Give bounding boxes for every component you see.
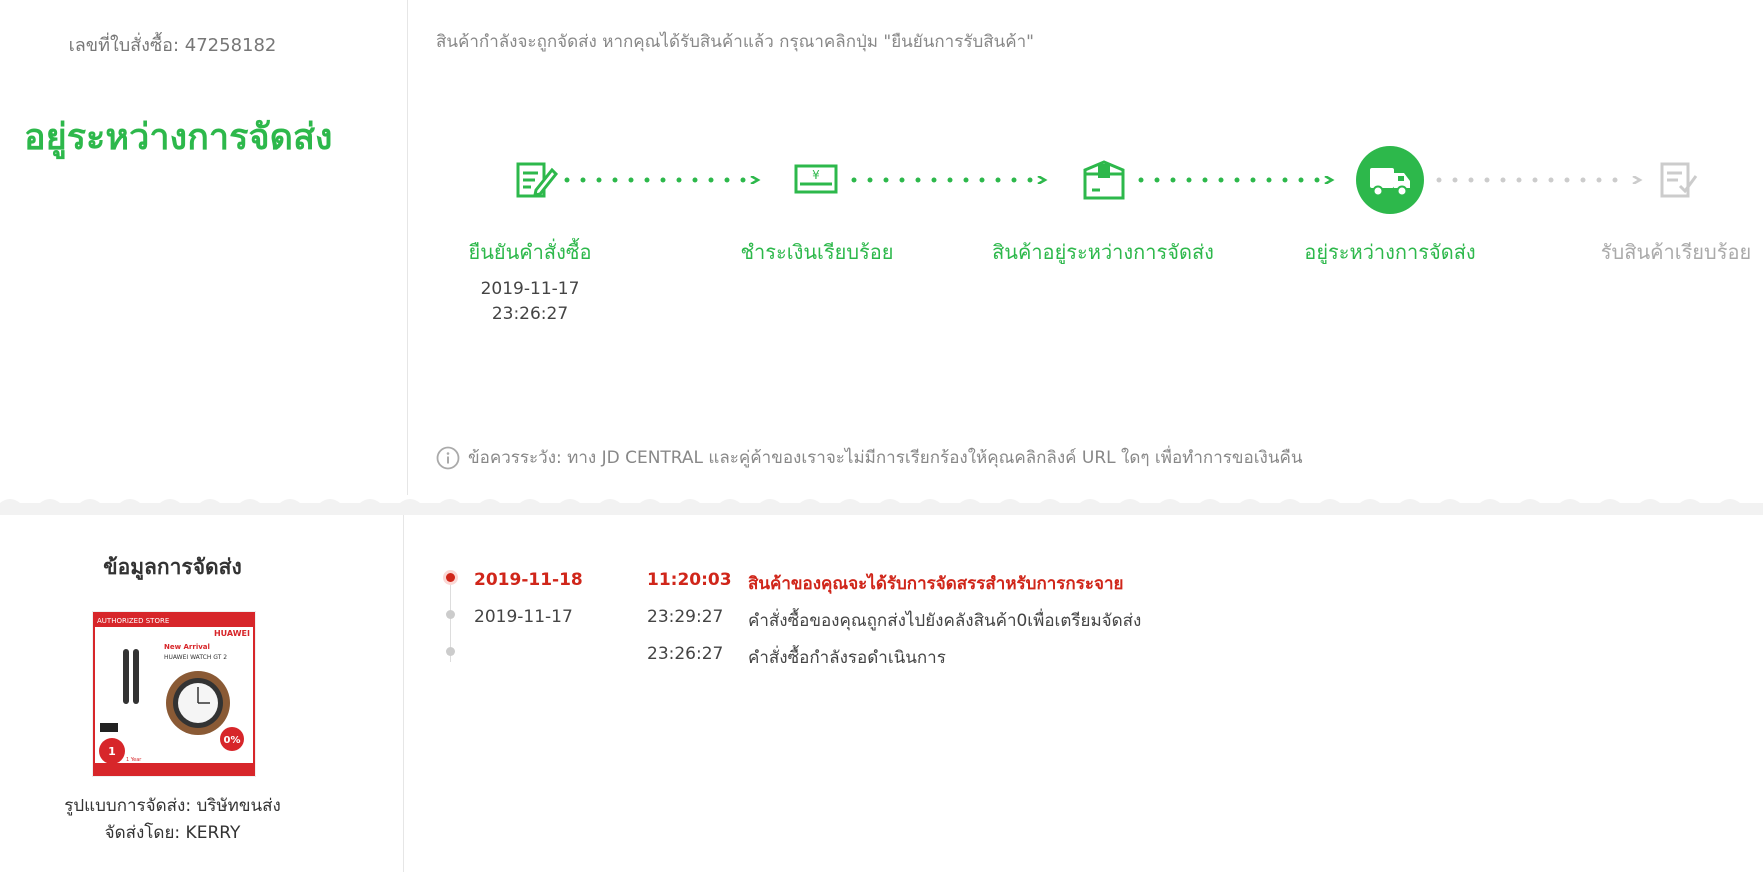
step-label-received: รับสินค้าเรียบร้อย	[1600, 240, 1752, 264]
receipt-check-icon	[1660, 162, 1698, 198]
shipping-info-panel: ข้อมูลการจัดส่ง AUTHORIZED STORE HUAWEI …	[0, 515, 404, 872]
info-icon	[436, 446, 460, 469]
tracking-message: สินค้าของคุณจะได้รับการจัดสรรสำหรับการกร…	[748, 574, 1124, 594]
step-label-preparing-shipment: สินค้าอยู่ระหว่างการจัดส่ง	[992, 240, 1214, 264]
shipping-info-title: ข้อมูลการจัดส่ง	[103, 555, 242, 579]
order-summary: เลขที่ใบสั่งซื้อ: 47258182 อยู่ระหว่างกา…	[0, 0, 408, 495]
brand-logo-text: HUAWEI	[214, 629, 250, 638]
shipping-carrier: จัดส่งโดย: KERRY	[104, 823, 241, 843]
product-headline: New Arrival	[164, 643, 210, 651]
order-number: เลขที่ใบสั่งซื้อ: 47258182	[68, 35, 277, 56]
tracking-date: 2019-11-18	[474, 570, 583, 590]
payment-card-icon: ¥	[794, 164, 838, 194]
delivery-truck-icon	[1356, 146, 1424, 214]
authorized-store-badge: AUTHORIZED STORE	[97, 617, 169, 625]
delivery-notice: สินค้ากำลังจะถูกจัดส่ง หากคุณได้รับสินค้…	[436, 32, 1035, 52]
step-label-in-transit: อยู่ระหว่างการจัดส่ง	[1304, 240, 1476, 264]
step-connector	[564, 176, 761, 184]
offer-text: 0%	[224, 735, 241, 746]
tracking-message: คำสั่งซื้อกำลังรอดำเนินการ	[748, 648, 946, 668]
order-confirm-icon	[516, 162, 559, 198]
step-date: 2019-11-17	[480, 279, 580, 299]
tracking-message: คำสั่งซื้อของคุณถูกส่งไปยังคลังสินค้า0เพ…	[748, 611, 1142, 631]
product-name: HUAWEI WATCH GT 2	[164, 654, 227, 661]
security-warning: ข้อควรระวัง: ทาง JD CENTRAL และคู่ค้าของ…	[436, 444, 1302, 471]
step-connector	[1138, 176, 1335, 184]
order-status-panel: เลขที่ใบสั่งซื้อ: 47258182 อยู่ระหว่างกา…	[0, 0, 1763, 495]
step-connector	[1436, 176, 1643, 184]
step-timestamp: 2019-11-17 23:26:27	[481, 277, 580, 327]
package-box-icon	[1083, 160, 1125, 200]
tracking-time: 23:26:27	[647, 644, 724, 664]
tracking-time: 23:29:27	[647, 607, 724, 627]
tracking-time: 11:20:03	[647, 570, 732, 590]
step-label-paid: ชำระเงินเรียบร้อย	[740, 240, 894, 264]
shipping-method: รูปแบบการจัดส่ง: บริษัทขนส่ง	[64, 796, 281, 816]
timeline-dot	[446, 647, 455, 656]
order-status-title: อยู่ระหว่างการจัดส่ง	[24, 117, 333, 158]
tracking-date: 2019-11-17	[474, 607, 573, 627]
step-time: 23:26:27	[491, 304, 569, 324]
step-connector	[851, 176, 1048, 184]
product-image[interactable]: AUTHORIZED STORE HUAWEI New Arrival HUAW…	[92, 611, 256, 777]
timeline-dot	[446, 610, 455, 619]
timeline-dot-active	[446, 573, 455, 582]
warranty-text: 1 Year	[126, 757, 142, 763]
security-warning-text: ข้อควรระวัง: ทาง JD CENTRAL และคู่ค้าของ…	[468, 448, 1303, 468]
svg-text:1: 1	[108, 745, 116, 758]
svg-text:¥: ¥	[812, 168, 820, 182]
section-divider	[0, 499, 1763, 515]
step-label-order-confirmed: ยืนยันคำสั่งซื้อ	[468, 240, 592, 264]
